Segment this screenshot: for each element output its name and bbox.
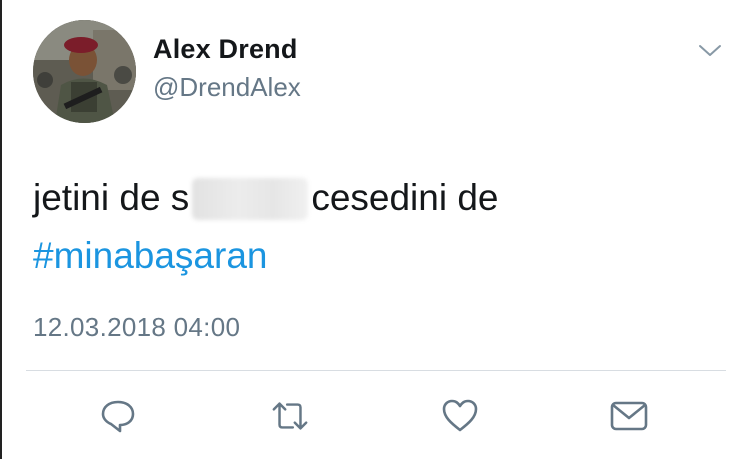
like-button[interactable] xyxy=(440,396,480,436)
avatar-image xyxy=(33,20,136,123)
author-name[interactable]: Alex Drend xyxy=(153,34,298,65)
message-button[interactable] xyxy=(609,396,649,436)
tweet-text-after: cesedini de xyxy=(311,177,499,218)
redacted-blur xyxy=(192,178,309,220)
tweet-timestamp[interactable]: 12.03.2018 04:00 xyxy=(33,312,240,343)
retweet-button[interactable] xyxy=(270,396,310,436)
envelope-icon xyxy=(610,401,648,431)
reply-button[interactable] xyxy=(98,396,138,436)
chevron-down-icon[interactable] xyxy=(697,42,723,60)
divider xyxy=(26,370,726,371)
tweet-text: jetini de s cesedini de xyxy=(33,176,499,220)
heart-icon xyxy=(442,399,478,432)
retweet-icon xyxy=(272,402,308,430)
avatar[interactable] xyxy=(33,20,136,123)
reply-icon xyxy=(101,400,135,433)
window-edge xyxy=(0,0,2,459)
tweet-text-before: jetini de s xyxy=(33,177,190,218)
hashtag-link[interactable]: #minabaşaran xyxy=(33,234,267,278)
author-handle[interactable]: @DrendAlex xyxy=(153,72,301,103)
